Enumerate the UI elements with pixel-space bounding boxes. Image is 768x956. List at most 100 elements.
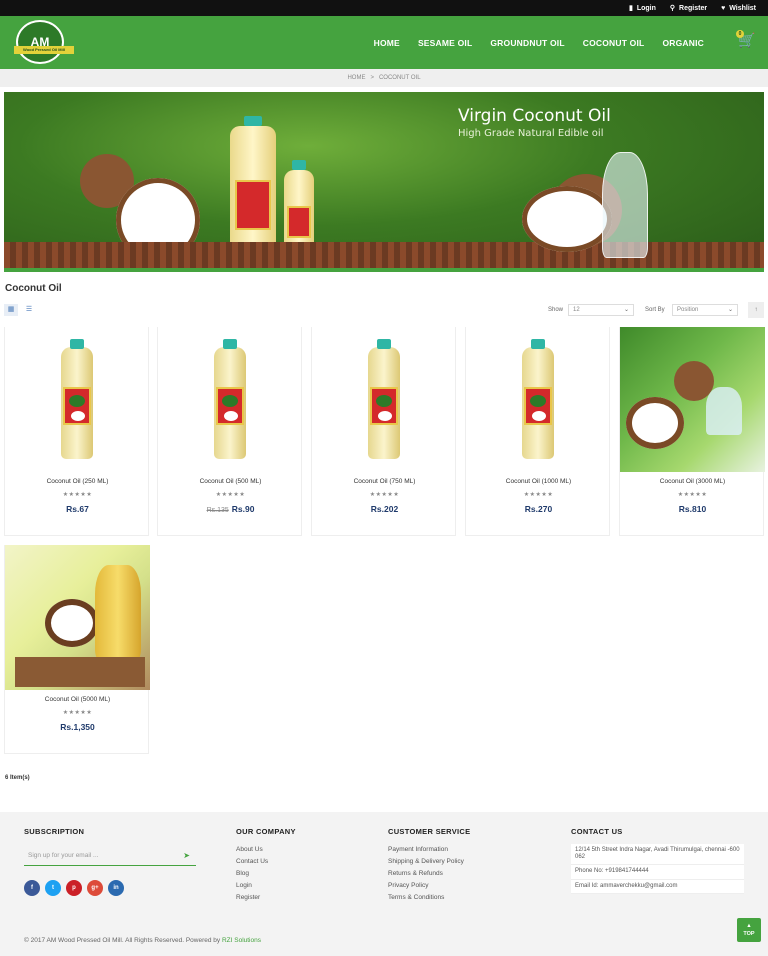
product-name[interactable]: Coconut Oil (1000 ML) bbox=[466, 478, 611, 485]
product-name[interactable]: Coconut Oil (250 ML) bbox=[5, 478, 150, 485]
product-toolbar: ▦ ☰ Show 12 ⌄ Sort By Position ⌄ ↑ bbox=[4, 302, 764, 318]
rating-stars: ★★★★★ bbox=[369, 492, 400, 498]
banner-oil-jar bbox=[602, 152, 648, 258]
product-image[interactable] bbox=[312, 327, 457, 472]
footer-link-register[interactable]: Register bbox=[236, 894, 296, 906]
product-image[interactable] bbox=[620, 327, 765, 472]
company-heading: OUR COMPANY bbox=[236, 827, 296, 836]
nav-item-sesame-oil[interactable]: SESAME OIL bbox=[418, 38, 472, 48]
subscription-heading: SUBSCRIPTION bbox=[24, 827, 85, 836]
product-price: Rs.67 bbox=[5, 504, 150, 514]
breadcrumb-home[interactable]: HOME bbox=[347, 75, 365, 81]
send-icon[interactable]: ➤ bbox=[183, 850, 190, 862]
list-view-icon[interactable]: ☰ bbox=[22, 304, 36, 316]
sort-direction-button[interactable]: ↑ bbox=[748, 302, 764, 318]
product-card[interactable]: Coconut Oil (1000 ML) ★★★★★ Rs.270 bbox=[465, 327, 610, 536]
back-to-top-button[interactable]: ▲ TOP bbox=[737, 918, 761, 942]
rating-stars: ★★★★★ bbox=[62, 492, 93, 498]
subscription-email-input[interactable]: Sign up for your email ... ➤ bbox=[24, 850, 196, 866]
footer-link-payment[interactable]: Payment Information bbox=[388, 846, 470, 858]
product-name[interactable]: Coconut Oil (500 ML) bbox=[158, 478, 303, 485]
google-plus-icon[interactable]: g+ bbox=[87, 880, 103, 896]
footer-link-contact-us[interactable]: Contact Us bbox=[236, 858, 296, 870]
sort-select[interactable]: Position ⌄ bbox=[672, 304, 738, 316]
product-name[interactable]: Coconut Oil (3000 ML) bbox=[620, 478, 765, 485]
twitter-icon[interactable]: t bbox=[45, 880, 61, 896]
contact-email: Email Id: ammaverchekku@gmail.com bbox=[571, 880, 744, 894]
product-image[interactable] bbox=[158, 327, 303, 472]
linkedin-icon[interactable]: in bbox=[108, 880, 124, 896]
contact-box: 12/14 5th Street Indra Nagar, Avadi Thir… bbox=[571, 844, 744, 894]
page-title: Coconut Oil bbox=[5, 283, 62, 294]
banner-bottom-line bbox=[4, 268, 764, 272]
footer-link-about-us[interactable]: About Us bbox=[236, 846, 296, 858]
footer-link-returns[interactable]: Returns & Refunds bbox=[388, 870, 470, 882]
nav-item-organic[interactable]: ORGANIC bbox=[662, 38, 704, 48]
footer-link-privacy[interactable]: Privacy Policy bbox=[388, 882, 470, 894]
bottle-graphic bbox=[61, 339, 93, 459]
pinterest-icon[interactable]: p bbox=[66, 880, 82, 896]
price-value: Rs.270 bbox=[524, 504, 553, 514]
bottle-graphic bbox=[368, 339, 400, 459]
nav-item-coconut-oil[interactable]: COCONUT OIL bbox=[583, 38, 645, 48]
product-card[interactable]: Coconut Oil (5000 ML) ★★★★★ Rs.1,350 bbox=[4, 545, 150, 754]
category-banner: Virgin Coconut Oil High Grade Natural Ed… bbox=[4, 92, 764, 272]
price-value: Rs.90 bbox=[231, 504, 255, 514]
footer-link-login[interactable]: Login bbox=[236, 882, 296, 894]
product-card[interactable]: Coconut Oil (500 ML) ★★★★★ Rs.135 Rs.90 bbox=[157, 327, 302, 536]
banner-coconut-right-half bbox=[522, 186, 612, 252]
arrow-up-icon: ▲ bbox=[746, 923, 752, 929]
jar-graphic bbox=[706, 387, 742, 435]
site-logo[interactable]: AM Wood Pressed Oil Mill bbox=[14, 20, 74, 64]
main-nav: HOME SESAME OIL GROUNDNUT OIL COCONUT OI… bbox=[374, 16, 704, 69]
contact-phone: Phone No: +919841744444 bbox=[571, 865, 744, 880]
coconut-graphic bbox=[626, 397, 684, 449]
footer-link-shipping[interactable]: Shipping & Delivery Policy bbox=[388, 858, 470, 870]
banner-subtitle: High Grade Natural Edible oil bbox=[458, 128, 604, 139]
register-link[interactable]: ⚲ Register bbox=[669, 4, 707, 13]
grid-view-icon[interactable]: ▦ bbox=[4, 304, 18, 316]
price-value: Rs.67 bbox=[66, 504, 89, 514]
facebook-icon[interactable]: f bbox=[24, 880, 40, 896]
show-label: Show bbox=[548, 307, 564, 313]
cart-icon[interactable]: 🛒 0 bbox=[736, 30, 758, 52]
old-price: Rs.135 bbox=[206, 507, 229, 514]
rating-stars: ★★★★★ bbox=[62, 710, 93, 716]
bottle-graphic bbox=[522, 339, 554, 459]
nav-item-groundnut-oil[interactable]: GROUNDNUT OIL bbox=[490, 38, 564, 48]
price-value: Rs.202 bbox=[370, 504, 399, 514]
product-image[interactable] bbox=[466, 327, 611, 472]
product-card[interactable]: Coconut Oil (3000 ML) ★★★★★ Rs.810 bbox=[619, 327, 765, 536]
copyright: © 2017 AM Wood Pressed Oil Mill. All Rig… bbox=[24, 937, 261, 944]
product-price: Rs.135 Rs.90 bbox=[158, 504, 303, 514]
product-price: Rs.202 bbox=[312, 504, 457, 514]
lock-icon: ▮ bbox=[628, 5, 633, 12]
cart-count-badge: 0 bbox=[736, 30, 744, 38]
product-name[interactable]: Coconut Oil (750 ML) bbox=[312, 478, 457, 485]
show-select[interactable]: 12 ⌄ bbox=[568, 304, 634, 316]
nav-item-home[interactable]: HOME bbox=[374, 38, 400, 48]
contact-address: 12/14 5th Street Indra Nagar, Avadi Thir… bbox=[571, 844, 744, 866]
product-price: Rs.270 bbox=[466, 504, 611, 514]
footer-link-terms[interactable]: Terms & Conditions bbox=[388, 894, 470, 906]
product-card[interactable]: Coconut Oil (750 ML) ★★★★★ Rs.202 bbox=[311, 327, 456, 536]
key-icon: ⚲ bbox=[669, 5, 676, 12]
product-image[interactable] bbox=[5, 327, 150, 472]
footer-company: OUR COMPANY About Us Contact Us Blog Log… bbox=[236, 827, 296, 906]
product-card[interactable]: Coconut Oil (250 ML) ★★★★★ Rs.67 bbox=[4, 327, 149, 536]
rating-stars: ★★★★★ bbox=[523, 492, 554, 498]
social-links: f t p g+ in bbox=[24, 880, 196, 896]
price-value: Rs.1,350 bbox=[60, 722, 95, 732]
footer-link-blog[interactable]: Blog bbox=[236, 870, 296, 882]
footer-subscription: SUBSCRIPTION Sign up for your email ... ➤… bbox=[24, 827, 196, 896]
product-image[interactable] bbox=[5, 545, 150, 690]
product-name[interactable]: Coconut Oil (5000 ML) bbox=[5, 696, 150, 703]
wishlist-link[interactable]: ♥ Wishlist bbox=[721, 5, 756, 12]
chevron-down-icon: ⌄ bbox=[623, 307, 629, 313]
rating-stars: ★★★★★ bbox=[215, 492, 246, 498]
login-link[interactable]: ▮ Login bbox=[628, 4, 656, 13]
view-modes: ▦ ☰ bbox=[4, 304, 36, 316]
powered-by-link[interactable]: RZI Solutions bbox=[222, 937, 261, 944]
banner-title: Virgin Coconut Oil bbox=[458, 106, 611, 126]
oil-jug-graphic bbox=[95, 565, 141, 661]
